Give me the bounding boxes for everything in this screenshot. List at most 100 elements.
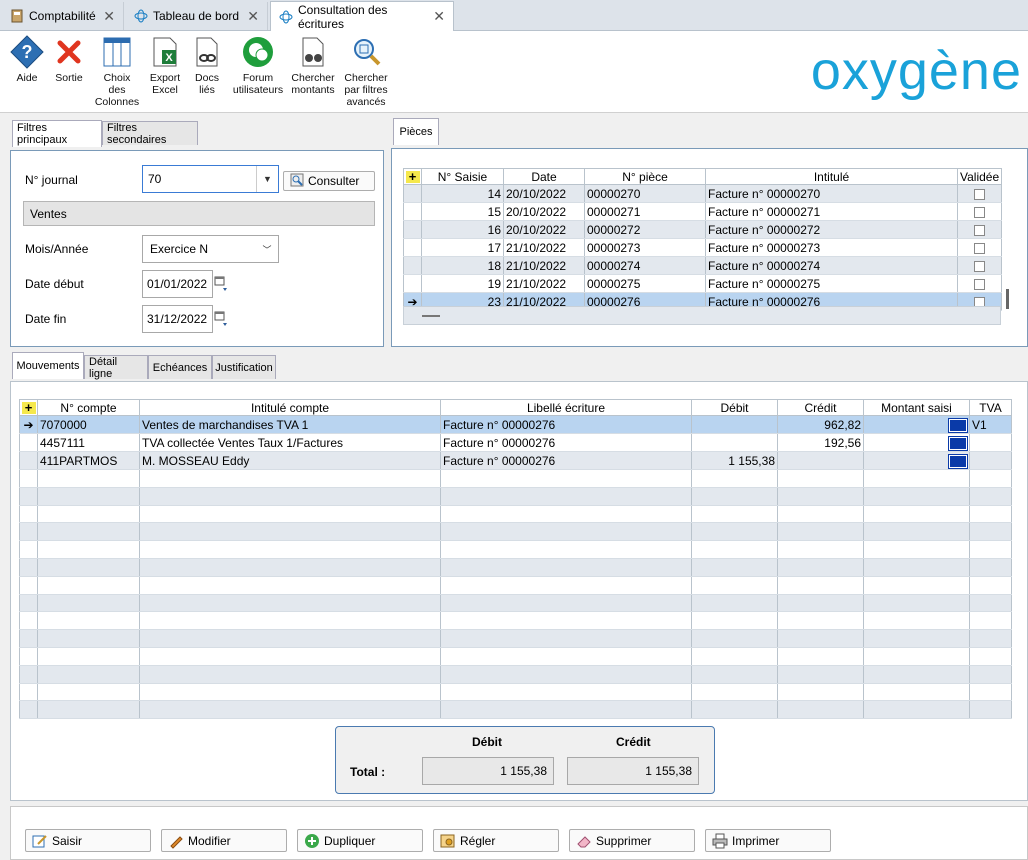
table-row[interactable]: 4457111 TVA collectée Ventes Taux 1/Factu… <box>19 433 1012 452</box>
choix-colonnes-button[interactable]: Choix des Colonnes <box>94 35 140 108</box>
col-libelle[interactable]: Libellé écriture <box>440 399 692 416</box>
intitule-cell: Facture n° 00000275 <box>705 274 958 293</box>
atom-icon <box>134 9 148 23</box>
date-cell: 21/10/2022 <box>503 238 585 257</box>
piece-cell: 00000272 <box>584 220 706 239</box>
empty-row <box>19 647 1012 666</box>
forum-button[interactable]: Forum utilisateurs <box>231 35 285 96</box>
end-date-input[interactable]: 31/12/2022 <box>142 305 213 333</box>
consulter-button[interactable]: Consulter <box>283 171 375 191</box>
table-row[interactable]: 16 20/10/2022 00000272 Facture n° 00000272 <box>403 220 1002 239</box>
intitule-cell: Facture n° 00000274 <box>705 256 958 275</box>
close-icon[interactable]: ✕ <box>247 8 259 25</box>
chevron-down-icon[interactable]: ﹀ <box>256 236 278 262</box>
empty-row <box>19 594 1012 613</box>
journal-combo[interactable]: 70 ▼ <box>142 165 279 193</box>
empty-row <box>19 665 1012 684</box>
imprimer-label: Imprimer <box>732 833 780 848</box>
regler-button[interactable]: Régler <box>433 829 559 852</box>
validee-checkbox[interactable] <box>974 278 985 290</box>
validee-checkbox[interactable] <box>974 260 985 272</box>
tab-justification[interactable]: Justification <box>212 355 276 379</box>
sortie-button[interactable]: Sortie <box>50 35 88 84</box>
horizontal-scrollbar[interactable] <box>403 306 1001 325</box>
saisie-cell: 19 <box>421 274 504 293</box>
start-date-input[interactable]: 01/01/2022 <box>142 270 213 298</box>
col-piece[interactable]: N° pièce <box>584 168 706 185</box>
tab-consultation-ecritures[interactable]: Consultation des écritures ✕ <box>270 1 454 31</box>
tab-tableau-de-bord[interactable]: Tableau de bord ✕ <box>126 2 268 30</box>
end-date-calendar-button[interactable] <box>214 305 228 333</box>
scroll-thumb[interactable] <box>422 315 440 317</box>
col-compte[interactable]: N° compte <box>37 399 140 416</box>
magnifier-icon <box>349 35 383 69</box>
regler-label: Régler <box>460 833 496 848</box>
validee-checkbox[interactable] <box>974 206 985 218</box>
col-validee[interactable]: Validée <box>957 168 1002 185</box>
piece-cell: 00000271 <box>584 202 706 221</box>
choix-colonnes-label-3: Colonnes <box>94 96 140 108</box>
saisir-button[interactable]: Saisir <box>25 829 151 852</box>
imprimer-button[interactable]: Imprimer <box>705 829 831 852</box>
period-combo[interactable]: Exercice N ﹀ <box>142 235 279 263</box>
tab-echeances[interactable]: Echéances <box>148 355 212 379</box>
validee-checkbox[interactable] <box>974 188 985 200</box>
tab-label: Mouvements <box>16 360 80 372</box>
row-indicator <box>403 256 422 275</box>
chevron-down-icon[interactable]: ▼ <box>256 166 278 192</box>
chercher-montants-button[interactable]: Chercher montants <box>290 35 336 96</box>
col-montant-saisi[interactable]: Montant saisi <box>863 399 970 416</box>
table-row[interactable]: 17 21/10/2022 00000273 Facture n° 00000273 <box>403 238 1002 257</box>
table-row[interactable]: 15 20/10/2022 00000271 Facture n° 00000271 <box>403 202 1002 221</box>
table-row[interactable]: 14 20/10/2022 00000270 Facture n° 00000270 <box>403 184 1002 203</box>
col-tva[interactable]: TVA <box>969 399 1012 416</box>
table-row[interactable]: 18 21/10/2022 00000274 Facture n° 00000274 <box>403 256 1002 275</box>
col-intitule-compte[interactable]: Intitulé compte <box>139 399 441 416</box>
vertical-scroll-thumb[interactable] <box>1006 289 1009 309</box>
tab-comptabilite[interactable]: Comptabilité ✕ <box>2 2 124 30</box>
add-row-header[interactable]: + <box>403 168 422 185</box>
start-date-calendar-button[interactable] <box>214 270 228 298</box>
modifier-button[interactable]: Modifier <box>161 829 287 852</box>
aide-button[interactable]: ? Aide <box>8 35 46 84</box>
docs-lies-button[interactable]: Docs liés <box>188 35 226 96</box>
col-debit[interactable]: Débit <box>691 399 778 416</box>
validee-checkbox[interactable] <box>974 224 985 236</box>
tab-detail-ligne[interactable]: Détail ligne <box>84 355 148 380</box>
validee-checkbox[interactable] <box>974 242 985 254</box>
choix-colonnes-label-1: Choix <box>103 72 131 84</box>
chercher-montants-label-1: Chercher <box>291 72 335 84</box>
chercher-filtres-button[interactable]: Chercher par filtres avancés <box>342 35 390 108</box>
euro-flag-icon <box>948 453 968 469</box>
close-icon[interactable]: ✕ <box>103 8 115 25</box>
tab-label: Tableau de bord <box>153 9 240 23</box>
export-excel-button[interactable]: X Export Excel <box>146 35 184 96</box>
add-row-header[interactable]: + <box>19 399 38 416</box>
tab-label: Filtres secondaires <box>107 121 167 146</box>
row-indicator <box>403 202 422 221</box>
col-date[interactable]: Date <box>503 168 585 185</box>
tab-filtres-secondaires[interactable]: Filtres secondaires <box>102 121 198 146</box>
col-saisie[interactable]: N° Saisie <box>421 168 504 185</box>
piece-cell: 00000275 <box>584 274 706 293</box>
empty-row <box>19 487 1012 506</box>
col-intitule[interactable]: Intitulé <box>705 168 958 185</box>
period-value: Exercice N <box>150 242 209 256</box>
total-credit-field: 1 155,38 <box>567 757 699 785</box>
tab-filtres-principaux[interactable]: Filtres principaux <box>12 120 102 147</box>
col-credit[interactable]: Crédit <box>777 399 864 416</box>
table-row[interactable]: 19 21/10/2022 00000275 Facture n° 00000275 <box>403 274 1002 293</box>
tab-label: Justification <box>215 361 273 374</box>
tab-pieces[interactable]: Pièces <box>393 118 439 145</box>
excel-icon: X <box>148 35 182 69</box>
dupliquer-button[interactable]: Dupliquer <box>297 829 423 852</box>
pieces-table: + N° Saisie Date N° pièce Intitulé Valid… <box>403 168 1002 311</box>
total-debit-header: Débit <box>472 735 502 749</box>
supprimer-button[interactable]: Supprimer <box>569 829 695 852</box>
tab-mouvements[interactable]: Mouvements <box>12 352 84 379</box>
intitule-cell: TVA collectée Ventes Taux 1/Factures <box>139 433 441 452</box>
close-icon[interactable]: ✕ <box>433 8 445 25</box>
intitule-cell: Ventes de marchandises TVA 1 <box>139 415 441 434</box>
table-row-selected[interactable]: ➔ 7070000 Ventes de marchandises TVA 1 Fact… <box>19 415 1012 434</box>
table-row[interactable]: 411PARTMOS M. MOSSEAU Eddy Facture n° 0000… <box>19 451 1012 470</box>
